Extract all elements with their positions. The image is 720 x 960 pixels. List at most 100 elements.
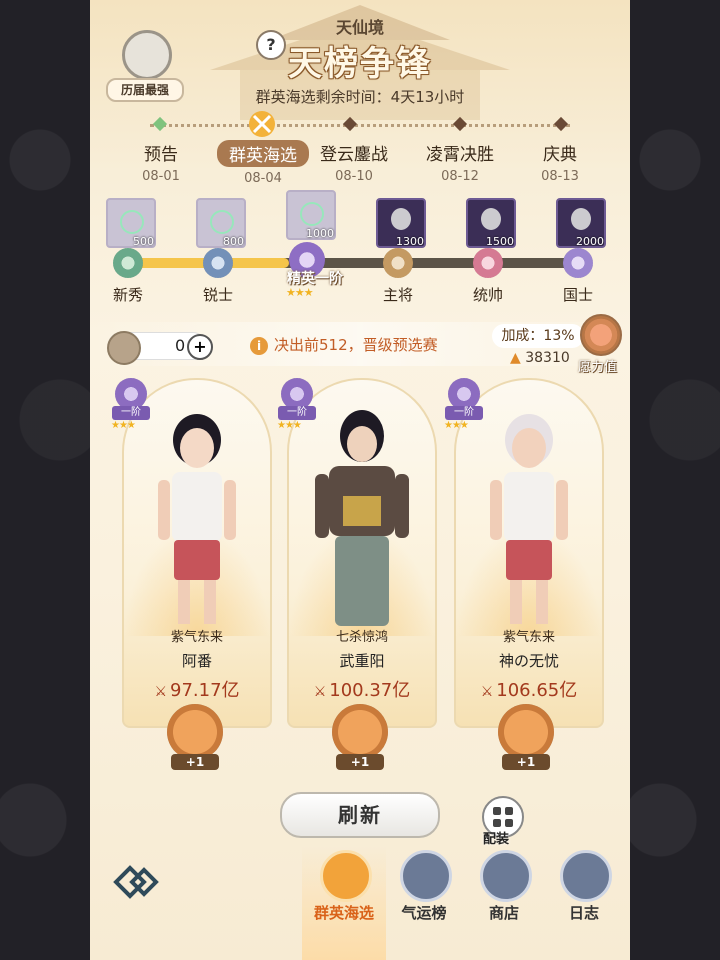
lock-icon bbox=[391, 208, 411, 230]
stage-name: 群英海选 bbox=[217, 140, 309, 167]
tier-label: 一阶 bbox=[445, 406, 483, 420]
tier-badge: 一阶 ★★★ bbox=[108, 378, 154, 436]
timeline-track bbox=[150, 124, 570, 127]
chest-threshold: 500 bbox=[133, 235, 154, 248]
tab-log[interactable]: 日志 bbox=[546, 850, 622, 930]
chest-threshold: 800 bbox=[223, 235, 244, 248]
stage-name: 凌霄决胜 bbox=[426, 145, 494, 165]
stage-final[interactable]: 凌霄决胜 08-12 bbox=[405, 140, 515, 184]
combat-power: ⚔ 106.65亿 bbox=[456, 676, 602, 702]
reward-chest[interactable]: 500 bbox=[106, 198, 156, 248]
timeline-marker bbox=[553, 116, 569, 132]
fortune-icon bbox=[400, 850, 452, 902]
stage-date: 08-12 bbox=[441, 169, 479, 184]
crossed-swords-icon bbox=[498, 704, 554, 760]
page-title: 天榜争锋 bbox=[288, 44, 432, 84]
reward-chest[interactable]: 2000 bbox=[556, 198, 606, 248]
stage-date: 08-01 bbox=[142, 169, 180, 184]
rank-badge-icon bbox=[113, 248, 143, 278]
tab-fortune-ranking[interactable]: 气运榜 bbox=[386, 850, 462, 930]
tab-label: 商店 bbox=[488, 904, 519, 922]
notice-text: 决出前512，晋级预选赛 bbox=[274, 336, 438, 354]
reward-chest[interactable]: 800 bbox=[196, 198, 246, 248]
current-rank-stars: ★★★ bbox=[286, 286, 314, 299]
tournament-panel: 历届最强 ? 天仙境 天榜争锋 群英海选剩余时间：4天13小时 预告 08-01… bbox=[90, 0, 630, 960]
realm-label: 天仙境 bbox=[335, 18, 384, 37]
combat-power-icon: ⚔ bbox=[313, 684, 327, 700]
character-portrait bbox=[158, 414, 236, 624]
rank-badge-icon bbox=[203, 248, 233, 278]
tier-stars: ★★★ bbox=[111, 420, 136, 431]
rank-label: 锐士 bbox=[202, 286, 233, 304]
rank-badge-icon bbox=[473, 248, 503, 278]
stage-climb[interactable]: 登云鏖战 08-10 bbox=[299, 140, 409, 184]
combat-power-icon: ⚔ bbox=[480, 684, 494, 700]
token-icon bbox=[107, 331, 141, 365]
reward-chest[interactable]: 1300 bbox=[376, 198, 426, 248]
rank-label: 新秀 bbox=[112, 286, 143, 304]
combat-power-value: 100.37亿 bbox=[329, 680, 411, 701]
crossed-swords-icon bbox=[332, 704, 388, 760]
lock-icon bbox=[571, 208, 591, 230]
countdown-timer: 群英海选剩余时间：4天13小时 bbox=[255, 88, 465, 106]
crossed-swords-icon bbox=[249, 111, 275, 137]
rank-label: 主将 bbox=[382, 286, 413, 304]
combat-power: ⚔ 97.17亿 bbox=[124, 676, 270, 702]
combat-power-value: 97.17亿 bbox=[170, 680, 240, 701]
reward-chest[interactable]: 1000 bbox=[286, 190, 336, 240]
trophy-icon bbox=[320, 850, 372, 902]
check-icon bbox=[120, 210, 144, 234]
combat-power: ⚔ 100.37亿 bbox=[289, 676, 435, 702]
flame-icon: ▲ bbox=[510, 350, 521, 366]
challenge-reward: +1 bbox=[502, 754, 550, 770]
stage-name: 庆典 bbox=[543, 145, 577, 165]
player-name: 神の无忧 bbox=[498, 652, 559, 670]
right-backdrop bbox=[630, 0, 720, 960]
tab-selection[interactable]: 群英海选 bbox=[306, 850, 382, 930]
challenge-reward: +1 bbox=[171, 754, 219, 770]
stage-name: 预告 bbox=[144, 145, 178, 165]
character-portrait bbox=[315, 410, 409, 626]
chest-threshold: 1500 bbox=[486, 235, 514, 248]
bonus-badge: 加成：13% bbox=[492, 324, 584, 348]
reward-chest[interactable]: 1500 bbox=[466, 198, 516, 248]
challenge-token-counter: 0 + bbox=[107, 331, 213, 365]
crossed-swords-icon bbox=[167, 704, 223, 760]
add-token-button[interactable]: + bbox=[187, 334, 213, 360]
advancement-notice: i 决出前512，晋级预选赛 bbox=[250, 334, 438, 355]
chest-threshold: 1300 bbox=[396, 235, 424, 248]
stage-preview[interactable]: 预告 08-01 bbox=[106, 140, 216, 184]
wish-label: 愿力值 bbox=[578, 360, 618, 375]
left-backdrop bbox=[0, 0, 90, 960]
refresh-button[interactable]: 刷新 bbox=[280, 792, 440, 838]
stage-name: 登云鏖战 bbox=[320, 145, 388, 165]
combat-power-value: 106.65亿 bbox=[496, 680, 578, 701]
player-name: 阿番 bbox=[181, 652, 212, 670]
loadout-label: 配装 bbox=[483, 832, 510, 847]
timeline-marker bbox=[152, 116, 168, 132]
wish-power-number: 38310 bbox=[525, 350, 570, 366]
chest-threshold: 2000 bbox=[576, 235, 604, 248]
tab-label: 日志 bbox=[568, 904, 599, 922]
token-count: 0 bbox=[175, 336, 186, 355]
player-name: 武重阳 bbox=[339, 652, 385, 670]
challenge-reward: +1 bbox=[336, 754, 384, 770]
character-portrait bbox=[490, 414, 568, 624]
check-icon bbox=[300, 202, 324, 226]
guild-name: 紫气东来 bbox=[502, 630, 555, 645]
info-icon: i bbox=[250, 337, 268, 355]
tier-stars: ★★★ bbox=[277, 420, 302, 431]
guild-name: 紫气东来 bbox=[170, 630, 223, 645]
challenge-button[interactable]: +1 bbox=[496, 704, 556, 772]
wish-flame-icon[interactable] bbox=[580, 314, 622, 356]
current-rank-label: 精英一阶 bbox=[287, 271, 343, 287]
tab-shop[interactable]: 商店 bbox=[466, 850, 542, 930]
challenge-button[interactable]: +1 bbox=[330, 704, 390, 772]
stage-celebration[interactable]: 庆典 08-13 bbox=[505, 140, 615, 184]
lock-icon bbox=[481, 208, 501, 230]
tab-label: 气运榜 bbox=[401, 904, 447, 922]
challenge-button[interactable]: +1 bbox=[165, 704, 225, 772]
wish-power-value: ▲ 38310 bbox=[510, 350, 570, 366]
tier-label: 一阶 bbox=[112, 406, 150, 420]
tier-label: 一阶 bbox=[278, 406, 316, 420]
